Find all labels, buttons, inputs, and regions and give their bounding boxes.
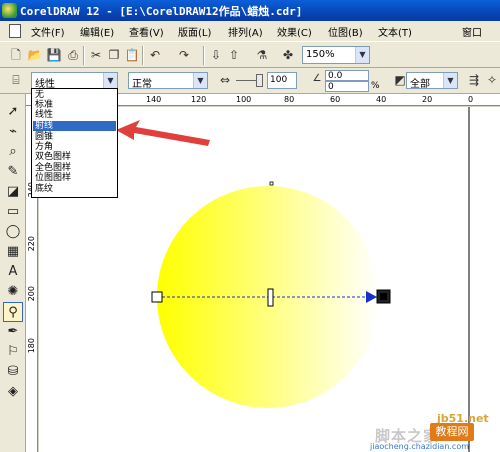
ruler-label: 40 <box>376 95 387 104</box>
zoom-tool-icon[interactable]: ⌕ <box>3 142 23 162</box>
undo-icon[interactable]: ↶ <box>147 47 163 63</box>
ruler-label: 180 <box>27 338 36 354</box>
midpoint-icon: ⇔ <box>219 73 231 87</box>
save-icon[interactable]: 💾 <box>46 47 62 63</box>
angle-input[interactable]: 0.0 <box>325 70 369 81</box>
gradient-end-handle-inner <box>380 293 387 300</box>
menu-edit[interactable]: 编辑(E) <box>80 24 114 39</box>
window-title: CorelDRAW 12 - [E:\CorelDRAW12作品\蜡烛.cdr] <box>20 5 303 18</box>
ellipse-tool-icon[interactable]: ◯ <box>3 222 23 242</box>
shape-tool-icon[interactable]: ⌁ <box>3 122 23 142</box>
angle-icon: ∠ <box>312 73 322 84</box>
new-document-icon[interactable]: 🗋 <box>8 47 24 63</box>
edit-fill-icon[interactable]: ✧ <box>484 72 500 88</box>
percent-label: % <box>371 81 380 91</box>
toolbar-separator <box>142 46 144 65</box>
dropdown-option[interactable]: 全色图样 <box>33 163 116 173</box>
redo-icon[interactable]: ↷ <box>176 47 192 63</box>
dropdown-option[interactable]: 双色图样 <box>33 152 116 162</box>
dropdown-option[interactable]: 圆锥 <box>33 132 116 142</box>
toolbar-separator <box>83 46 85 65</box>
cut-icon[interactable]: ✂ <box>88 47 104 63</box>
open-icon[interactable]: 📂 <box>27 47 43 63</box>
ruler-label: 60 <box>330 95 341 104</box>
fill-mode-select[interactable]: 正常 ▼ <box>128 72 208 90</box>
dropdown-option[interactable]: 位图图样 <box>33 173 116 183</box>
dropdown-option-selected[interactable]: 射线 <box>33 121 116 131</box>
edge-pad-input[interactable]: 0 <box>325 81 369 92</box>
copy-icon[interactable]: ❐ <box>106 47 122 63</box>
fill-tool-icon: ⌸ <box>12 73 20 87</box>
export-icon[interactable]: ⇧ <box>226 47 242 63</box>
dropdown-option[interactable]: 无 <box>33 90 116 100</box>
chevron-down-icon[interactable]: ▼ <box>103 73 117 88</box>
menu-window[interactable]: 窗口 <box>462 24 482 39</box>
dropdown-option[interactable]: 线性 <box>33 110 116 120</box>
gradient-start-handle[interactable] <box>151 291 163 303</box>
midpoint-input[interactable]: 100 <box>267 72 297 89</box>
title-bar: CorelDRAW 12 - [E:\CorelDRAW12作品\蜡烛.cdr] <box>0 0 500 21</box>
text-tool-icon[interactable]: A <box>3 262 23 282</box>
chevron-down-icon[interactable]: ▼ <box>193 73 207 88</box>
document-icon[interactable] <box>9 24 21 38</box>
menu-view[interactable]: 查看(V) <box>129 24 164 39</box>
standard-toolbar: 🗋 📂 💾 ⎙ ✂ ❐ 📋 ↶ ↷ ⇩ ⇧ ⚗ ✤ 150% ▼ <box>0 41 500 68</box>
toolbox: ➚ ⌁ ⌕ ✎ ◪ ▭ ◯ ▦ A ✺ ⚲ ✒ ⚐ ⛁ ◈ <box>0 94 26 452</box>
gradient-midpoint-handle[interactable] <box>267 288 274 307</box>
menu-arrange[interactable]: 排列(A) <box>228 24 263 39</box>
interactive-fill-tool-icon[interactable]: ⚲ <box>3 302 23 322</box>
selection-node[interactable] <box>269 181 274 186</box>
fill-type-select[interactable]: 线性 ▼ <box>31 72 118 90</box>
dropdown-option[interactable]: 方角 <box>33 142 116 152</box>
ruler-label: 220 <box>27 236 36 252</box>
watermark-url: jiaocheng.chazidian.com <box>370 442 470 451</box>
watermark-badge: 教程网 <box>430 423 474 441</box>
ruler-label: 140 <box>146 95 162 104</box>
ruler-label: 100 <box>236 95 252 104</box>
fill-tool-icon[interactable]: ⛁ <box>3 362 23 382</box>
ruler-label: 120 <box>191 95 207 104</box>
chevron-down-icon[interactable]: ▼ <box>443 73 457 88</box>
import-icon[interactable]: ⇩ <box>208 47 224 63</box>
print-icon[interactable]: ⎙ <box>65 47 81 63</box>
menu-file[interactable]: 文件(F) <box>31 24 65 39</box>
eyedropper-tool-icon[interactable]: ✒ <box>3 322 23 342</box>
fill-scope-select[interactable]: 全部 ▼ <box>406 72 458 90</box>
ruler-label: 80 <box>284 95 295 104</box>
menu-effects[interactable]: 效果(C) <box>277 24 312 39</box>
fill-type-dropdown-list[interactable]: 无 标准 线性 射线 圆锥 方角 双色图样 全色图样 位图图样 底纹 <box>31 88 118 198</box>
coreldraw-app-icon <box>2 3 17 18</box>
copy-fill-icon[interactable]: ⇶ <box>466 72 482 88</box>
toolbar-separator <box>203 46 205 65</box>
corel-online-icon[interactable]: ✤ <box>280 47 296 63</box>
ruler-label: 0 <box>468 95 474 104</box>
dropdown-option[interactable]: 标准 <box>33 100 116 110</box>
menu-layout[interactable]: 版面(L) <box>178 24 211 39</box>
chevron-down-icon[interactable]: ▼ <box>355 47 369 63</box>
interactive-mesh-fill-icon[interactable]: ◈ <box>3 382 23 402</box>
ruler-label: 200 <box>27 286 36 302</box>
midpoint-slider-handle[interactable] <box>256 74 263 87</box>
zoom-level-select[interactable]: 150% ▼ <box>302 46 370 64</box>
rectangle-tool-icon[interactable]: ▭ <box>3 202 23 222</box>
smart-fill-tool-icon[interactable]: ◪ <box>3 182 23 202</box>
blend-tool-icon[interactable]: ✺ <box>3 282 23 302</box>
zoom-level-value: 150% <box>306 49 335 60</box>
menu-bitmaps[interactable]: 位图(B) <box>328 24 363 39</box>
dropdown-option[interactable]: 底纹 <box>33 184 116 194</box>
fill-scope-value: 全部 <box>410 79 430 90</box>
annotation-arrow-icon <box>116 120 210 146</box>
pick-tool-icon[interactable]: ➚ <box>3 102 23 122</box>
paste-icon[interactable]: 📋 <box>124 47 140 63</box>
polygon-tool-icon[interactable]: ▦ <box>3 242 23 262</box>
menu-text[interactable]: 文本(T) <box>378 24 412 39</box>
outline-tool-icon[interactable]: ⚐ <box>3 342 23 362</box>
ruler-label: 20 <box>422 95 433 104</box>
menu-bar: 文件(F) 编辑(E) 查看(V) 版面(L) 排列(A) 效果(C) 位图(B… <box>0 21 500 41</box>
freehand-tool-icon[interactable]: ✎ <box>3 162 23 182</box>
application-launcher-icon[interactable]: ⚗ <box>254 47 270 63</box>
fill-mode-value: 正常 <box>132 79 152 90</box>
